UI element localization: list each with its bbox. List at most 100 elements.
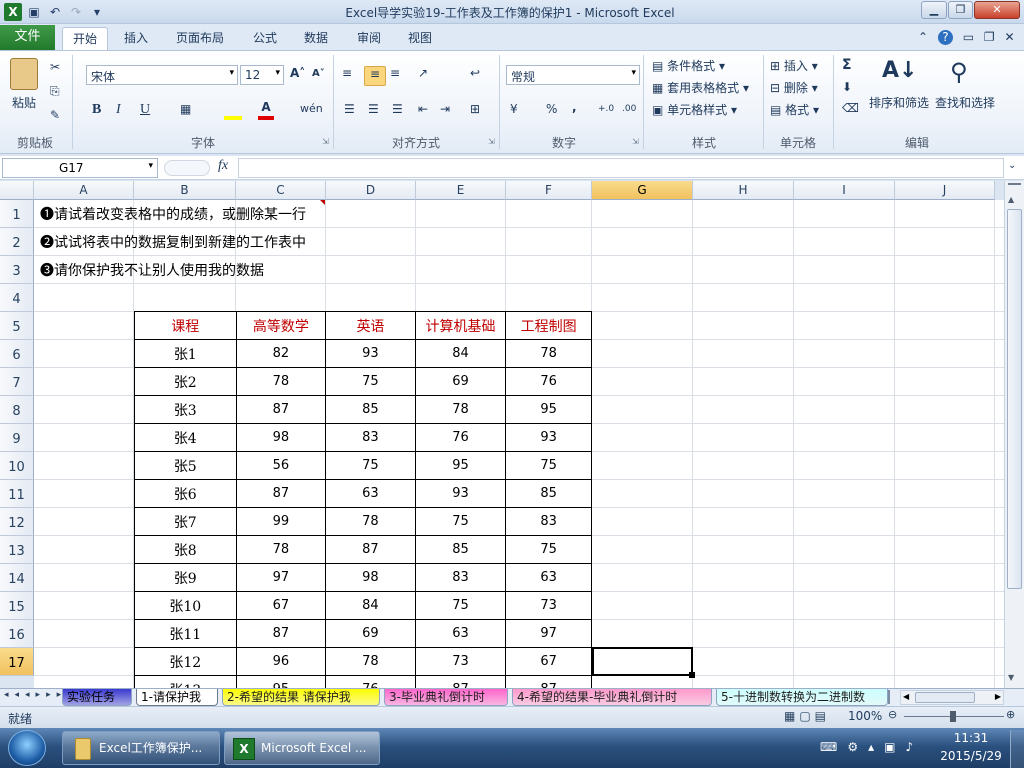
row-header-15[interactable]: 15 xyxy=(0,592,34,620)
score-cell[interactable]: 93 xyxy=(325,339,416,368)
tab-formulas[interactable]: 公式 xyxy=(243,27,287,50)
student-name-cell[interactable]: 张7 xyxy=(134,507,237,536)
score-cell[interactable]: 84 xyxy=(325,591,416,620)
currency-icon[interactable]: ¥ xyxy=(510,102,518,116)
score-cell[interactable]: 78 xyxy=(414,395,507,424)
font-name-select[interactable]: 宋体 ▾ xyxy=(86,65,238,85)
doc-restore-icon[interactable]: ❐ xyxy=(984,30,995,44)
scroll-down-icon[interactable]: ▼ xyxy=(1008,673,1014,682)
autosum-icon[interactable]: Σ xyxy=(842,57,852,73)
column-header-f[interactable]: F xyxy=(506,181,592,200)
student-name-cell[interactable]: 张5 xyxy=(134,451,237,480)
student-name-cell[interactable]: 张2 xyxy=(134,367,237,396)
paste-icon[interactable] xyxy=(10,58,38,90)
row-header-8[interactable]: 8 xyxy=(0,396,34,424)
sheet-tab-2[interactable]: 2-希望的结果 请保护我 xyxy=(222,689,380,706)
increase-decimal-icon[interactable]: +.0 xyxy=(598,104,614,114)
score-cell[interactable]: 78 xyxy=(505,339,592,368)
column-header-c[interactable]: C xyxy=(236,181,326,200)
row-header-6[interactable]: 6 xyxy=(0,340,34,368)
tray-settings-icon[interactable]: ⚙ xyxy=(847,740,868,754)
bold-button[interactable]: B xyxy=(92,102,101,118)
tab-review[interactable]: 审阅 xyxy=(347,27,391,50)
row-header-14[interactable]: 14 xyxy=(0,564,34,592)
start-button[interactable] xyxy=(8,730,46,766)
score-cell[interactable]: 69 xyxy=(414,367,507,396)
score-cell[interactable]: 67 xyxy=(505,647,592,676)
fill-handle[interactable] xyxy=(689,672,695,678)
clock-date[interactable]: 2015/5/29 xyxy=(936,749,1006,763)
collapse-ribbon-icon[interactable]: ⌃ xyxy=(918,30,928,44)
student-name-cell[interactable]: 张12 xyxy=(134,647,237,676)
orientation-icon[interactable]: ↗ xyxy=(418,66,428,80)
student-name-cell[interactable]: 张11 xyxy=(134,619,237,648)
score-cell[interactable]: 83 xyxy=(505,507,592,536)
tab-file[interactable]: 文件 xyxy=(0,25,55,50)
score-cell[interactable]: 78 xyxy=(325,647,416,676)
number-format-select[interactable]: 常规 ▾ xyxy=(506,65,640,85)
sheet-tab-0[interactable]: 实验任务 xyxy=(62,689,132,706)
font-size-select[interactable]: 12 ▾ xyxy=(240,65,284,85)
score-cell[interactable]: 95 xyxy=(505,395,592,424)
volume-icon[interactable]: ♪ xyxy=(905,740,923,754)
help-icon[interactable]: ? xyxy=(937,30,953,45)
score-cell[interactable]: 56 xyxy=(235,451,327,480)
name-box[interactable]: G17 ▾ xyxy=(2,158,158,178)
comma-button[interactable]: , xyxy=(572,100,577,114)
tab-insert[interactable]: 插入 xyxy=(114,27,158,50)
score-cell[interactable]: 87 xyxy=(235,395,327,424)
row-header-5[interactable]: 5 xyxy=(0,312,34,340)
align-bottom-icon[interactable]: ≡ xyxy=(390,66,400,80)
score-cell[interactable]: 75 xyxy=(325,451,416,480)
column-header-i[interactable]: I xyxy=(794,181,895,200)
score-cell[interactable]: 85 xyxy=(505,479,592,508)
format-cells-button[interactable]: ▤ 格式 ▾ xyxy=(770,101,819,118)
fill-icon[interactable]: ⬇ xyxy=(842,80,852,94)
row-header-7[interactable]: 7 xyxy=(0,368,34,396)
score-cell[interactable]: 76 xyxy=(505,367,592,396)
score-cell[interactable]: 78 xyxy=(325,507,416,536)
table-header-cell[interactable]: 工程制图 xyxy=(505,311,592,340)
score-cell[interactable]: 76 xyxy=(325,675,416,688)
table-header-cell[interactable]: 高等数学 xyxy=(235,311,327,340)
h-scroll-thumb[interactable] xyxy=(915,692,975,703)
student-name-cell[interactable]: 张6 xyxy=(134,479,237,508)
table-header-cell[interactable]: 英语 xyxy=(325,311,416,340)
score-cell[interactable]: 98 xyxy=(235,423,327,452)
score-cell[interactable]: 96 xyxy=(235,647,327,676)
tab-split-handle[interactable] xyxy=(888,690,898,704)
redo-icon[interactable]: ↷ xyxy=(67,3,85,21)
paste-button[interactable]: 粘贴 xyxy=(12,94,36,111)
score-cell[interactable]: 67 xyxy=(235,591,327,620)
sheet-nav-buttons[interactable]: ◂◂◂▸▸▸ xyxy=(4,690,67,700)
row-header-12[interactable]: 12 xyxy=(0,508,34,536)
maximize-button[interactable]: ❐ xyxy=(948,1,973,19)
score-cell[interactable]: 93 xyxy=(505,423,592,452)
doc-close-icon[interactable]: ✕ xyxy=(1004,30,1014,44)
score-cell[interactable]: 97 xyxy=(505,619,592,648)
column-header-d[interactable]: D xyxy=(326,181,416,200)
column-header-j[interactable]: J xyxy=(895,181,995,200)
taskbar-item-excel[interactable]: X Microsoft Excel ... xyxy=(224,731,380,765)
align-left-icon[interactable]: ☰ xyxy=(344,102,355,116)
split-box[interactable] xyxy=(1008,183,1021,189)
dialog-launcher-icon[interactable]: ⇲ xyxy=(632,137,639,146)
sort-filter-button[interactable]: 排序和筛选 xyxy=(869,94,929,111)
cell-styles-button[interactable]: ▣ 单元格样式 ▾ xyxy=(652,101,737,118)
score-cell[interactable]: 85 xyxy=(414,535,507,564)
student-name-cell[interactable]: 张3 xyxy=(134,395,237,424)
align-top-icon[interactable]: ≡ xyxy=(342,66,352,80)
score-cell[interactable]: 85 xyxy=(325,395,416,424)
score-cell[interactable]: 69 xyxy=(325,619,416,648)
scroll-up-icon[interactable]: ▲ xyxy=(1008,195,1014,204)
percent-button[interactable]: % xyxy=(546,102,557,116)
row-header-13[interactable]: 13 xyxy=(0,536,34,564)
score-cell[interactable]: 83 xyxy=(325,423,416,452)
taskbar-item-folder[interactable]: Excel工作簿保护... xyxy=(62,731,220,765)
insert-function-button[interactable]: fx xyxy=(218,158,228,174)
score-cell[interactable]: 75 xyxy=(505,451,592,480)
score-cell[interactable]: 95 xyxy=(235,675,327,688)
merge-center-icon[interactable]: ⊞ xyxy=(470,102,480,116)
undo-icon[interactable]: ↶ xyxy=(46,3,64,21)
clock-time[interactable]: 11:31 xyxy=(936,731,1006,745)
